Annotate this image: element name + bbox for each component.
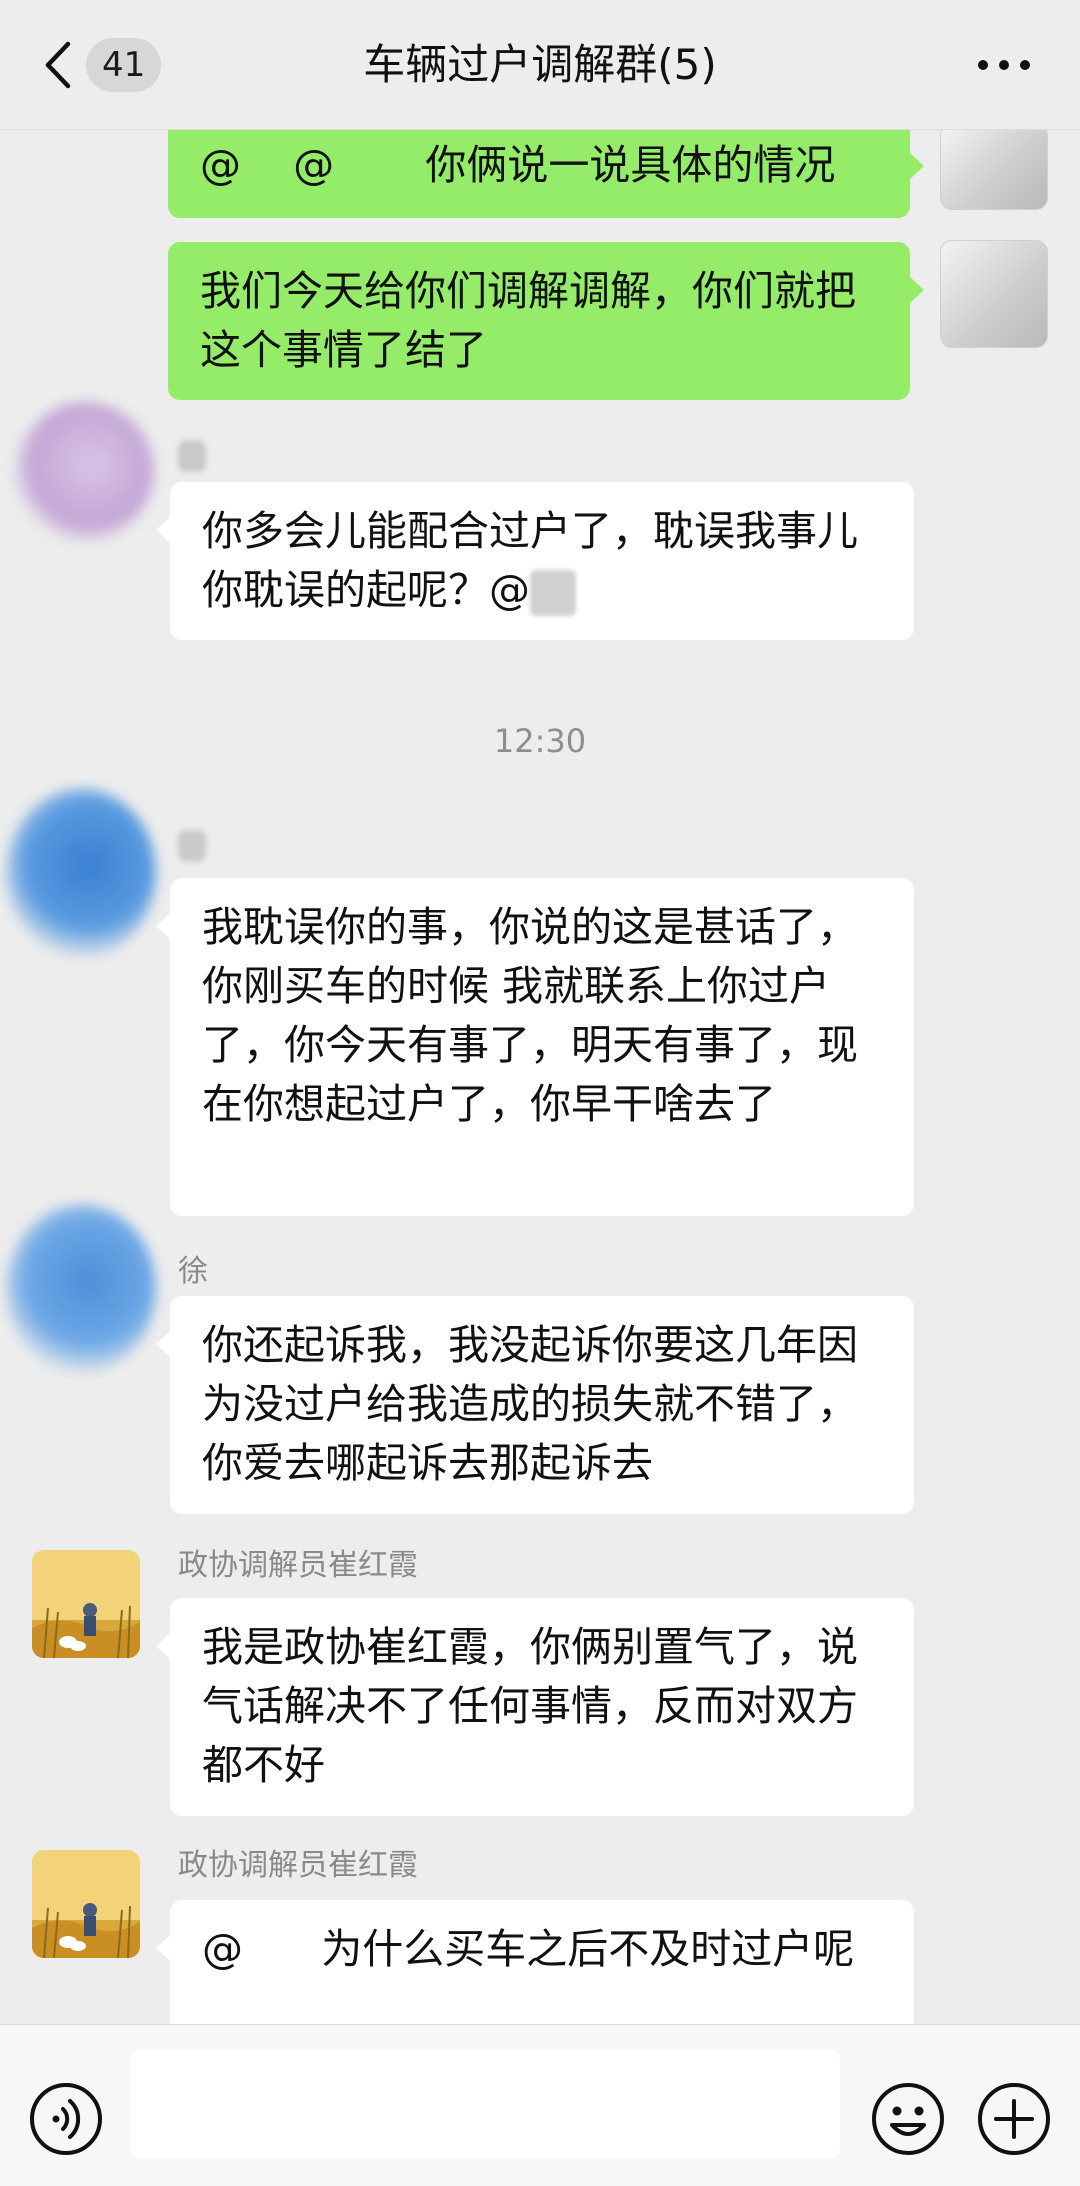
- message-bubble-incoming[interactable]: @ 为什么买车之后不及时过户呢: [156, 1900, 914, 2024]
- sender-name: [178, 830, 206, 862]
- message-bubble-incoming[interactable]: 你还起诉我，我没起诉你要这几年因为没过户给我造成的损失就不错了，你爱去哪起诉去那…: [156, 1296, 914, 1514]
- chat-title: 车辆过户调解群(5): [363, 40, 717, 89]
- message-input[interactable]: [130, 2049, 840, 2159]
- chevron-left-icon[interactable]: [40, 40, 76, 90]
- message-bubble-incoming[interactable]: 你多会儿能配合过户了，耽误我事儿你耽误的起呢？@: [156, 482, 914, 640]
- avatar[interactable]: [940, 130, 1048, 210]
- message-text: 我们今天给你们调解调解，你们就把这个事情了结了: [200, 267, 856, 374]
- message-bubble-outgoing[interactable]: @ @ 你俩说一说具体的情况: [168, 130, 924, 218]
- more-dots-icon[interactable]: [976, 52, 1032, 78]
- sender-name: 政协调解员崔红霞: [178, 1548, 418, 1583]
- message-timestamp: 12:30: [493, 722, 587, 760]
- chat-header: 41 车辆过户调解群(5): [0, 0, 1080, 130]
- unread-count-badge[interactable]: 41: [86, 38, 162, 92]
- message-bubble-incoming[interactable]: 我是政协崔红霞，你俩别置气了，说气话解决不了任何事情，反而对双方都不好: [156, 1598, 914, 1816]
- message-text: 我耽误你的事，你说的这是甚话了，你刚买车的时候 我就联系上你过户了，你今天有事了…: [202, 903, 858, 1128]
- avatar[interactable]: [32, 1550, 140, 1658]
- message-text: @ @ 你俩说一说具体的情况: [200, 141, 836, 189]
- input-bar: [0, 2024, 1080, 2186]
- plus-icon[interactable]: [976, 2081, 1052, 2157]
- message-bubble-outgoing[interactable]: 我们今天给你们调解调解，你们就把这个事情了结了: [168, 242, 924, 400]
- message-list[interactable]: @ @ 你俩说一说具体的情况 我们今天给你们调解调解，你们就把这个事情了结了 你…: [0, 130, 1080, 2024]
- avatar[interactable]: [14, 402, 154, 542]
- message-text: 你还起诉我，我没起诉你要这几年因为没过户给我造成的损失就不错了，你爱去哪起诉去那…: [202, 1321, 858, 1487]
- sender-name: 徐: [178, 1254, 208, 1289]
- emoji-icon[interactable]: [870, 2081, 946, 2157]
- mention-redacted: [530, 570, 576, 616]
- avatar[interactable]: [6, 788, 156, 958]
- avatar[interactable]: [940, 240, 1048, 348]
- sender-name: [178, 440, 206, 472]
- message-text: 我是政协崔红霞，你俩别置气了，说气话解决不了任何事情，反而对双方都不好: [202, 1623, 858, 1789]
- voice-icon[interactable]: [28, 2081, 104, 2157]
- avatar[interactable]: [6, 1204, 156, 1374]
- message-text: @ 为什么买车之后不及时过户呢: [202, 1925, 855, 1973]
- sender-name: 政协调解员崔红霞: [178, 1848, 418, 1883]
- avatar[interactable]: [32, 1850, 140, 1958]
- message-bubble-incoming[interactable]: 我耽误你的事，你说的这是甚话了，你刚买车的时候 我就联系上你过户了，你今天有事了…: [156, 878, 914, 1216]
